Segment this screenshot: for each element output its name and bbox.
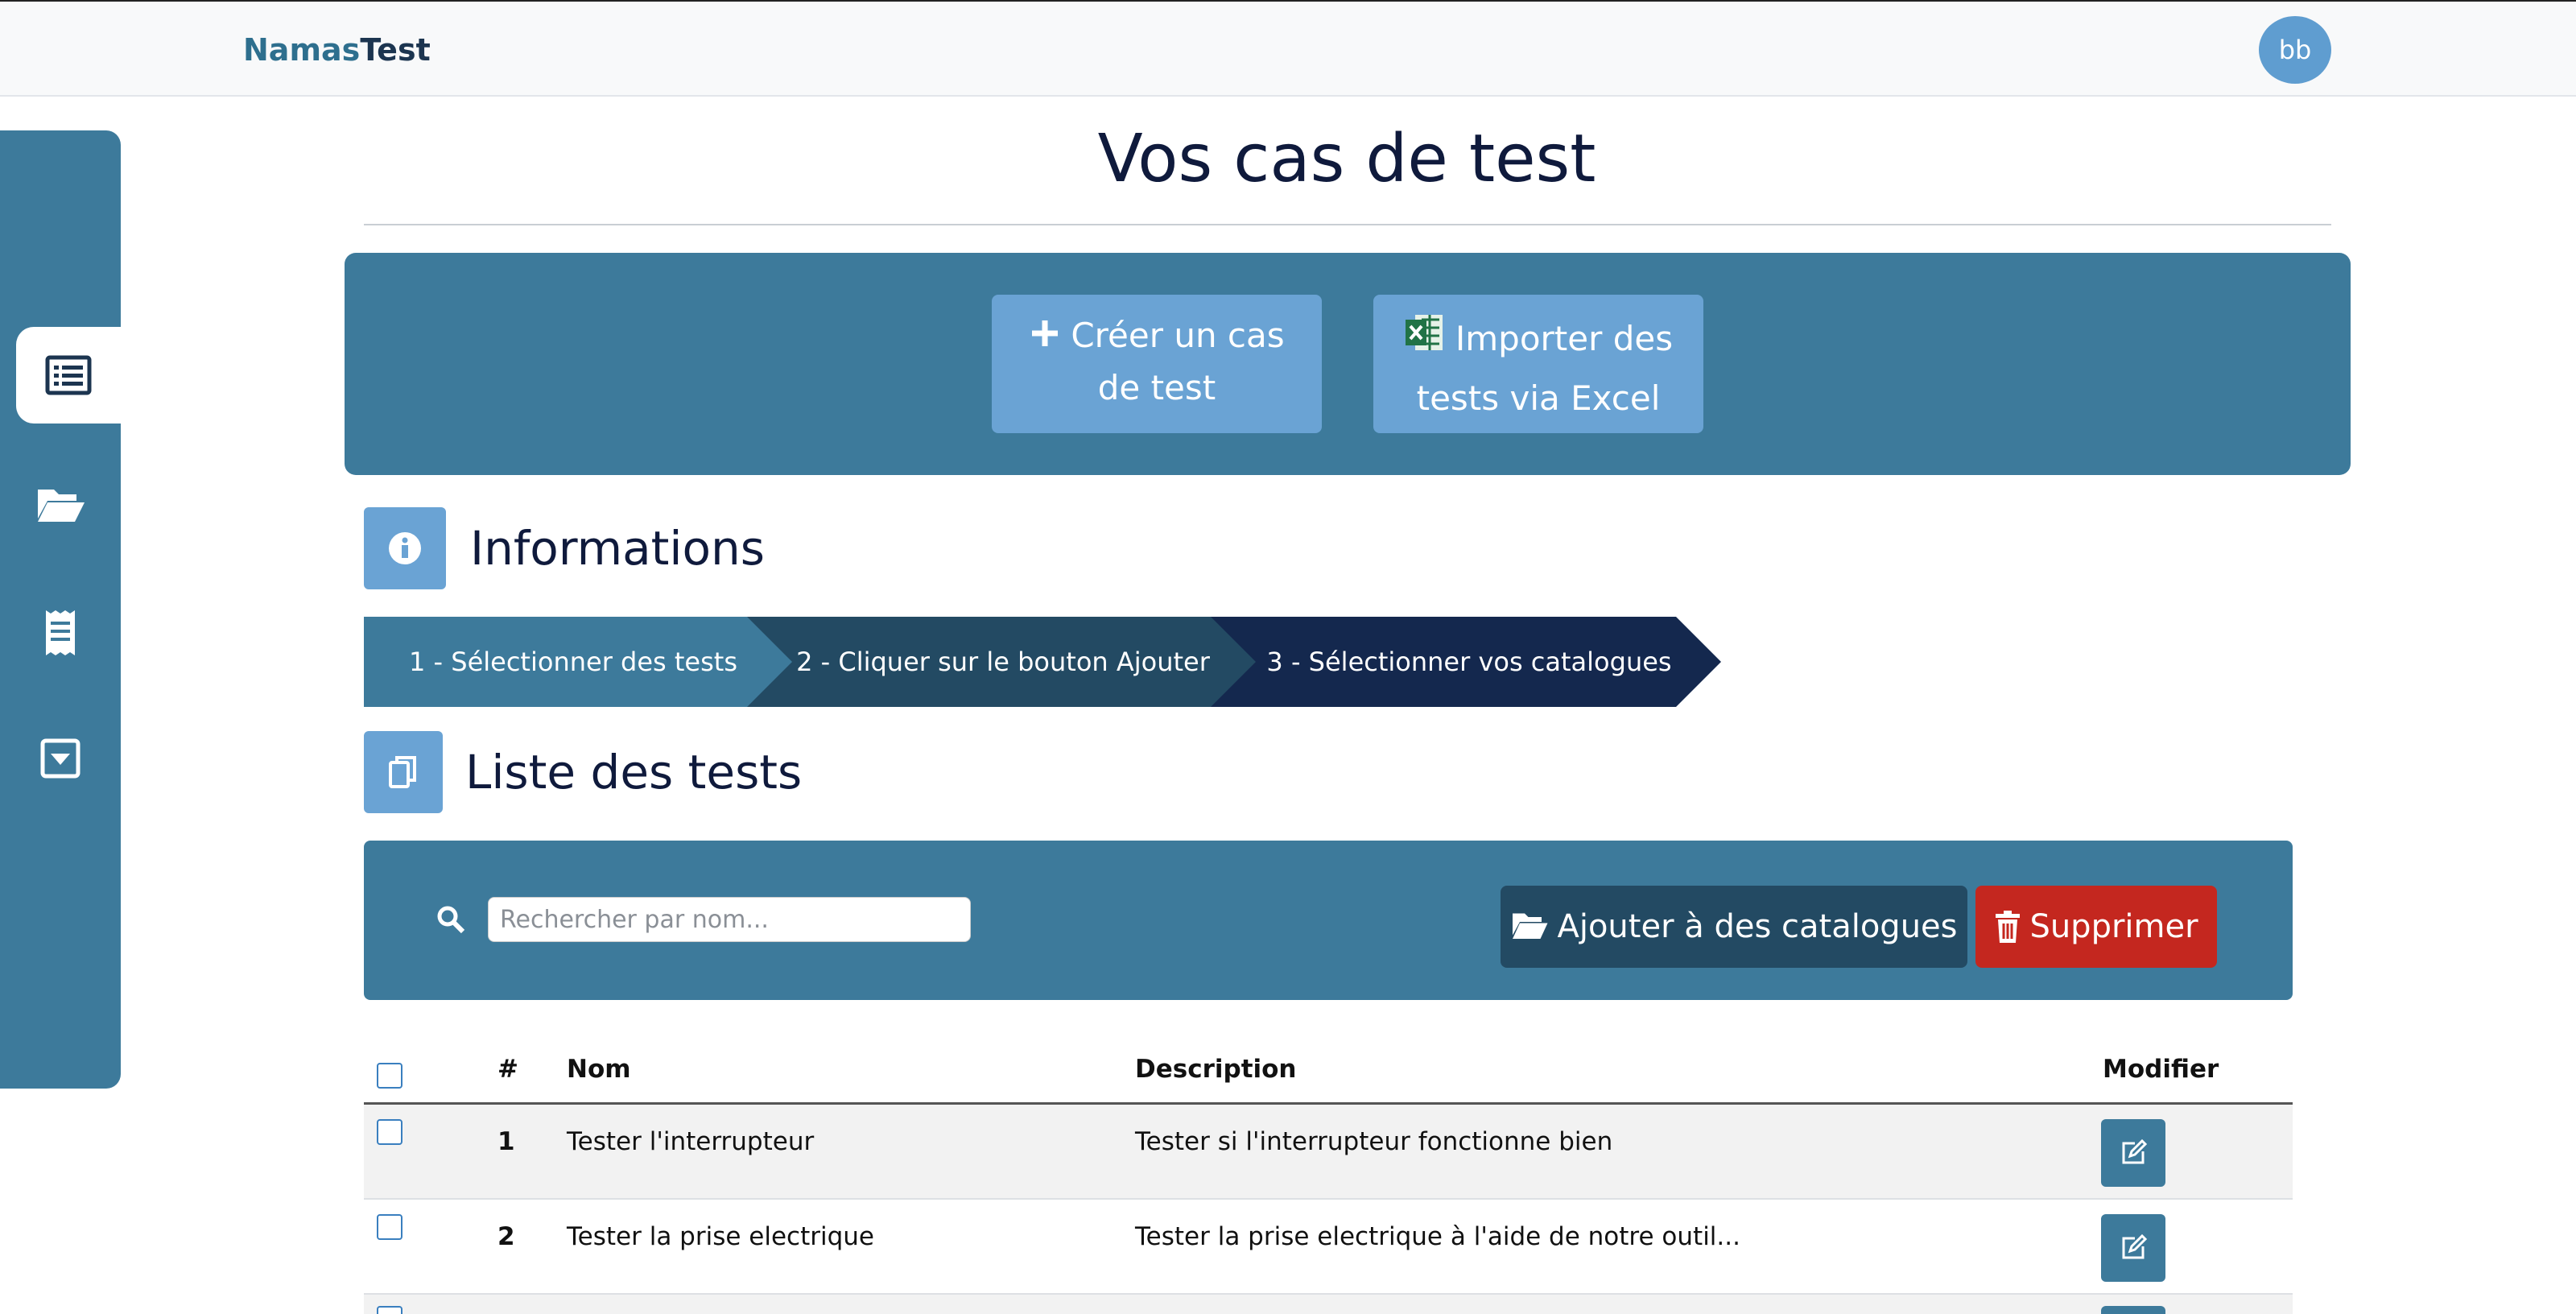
title-divider: [364, 224, 2331, 225]
row-description: Tester si l'interrupteur fonctionne bien: [1135, 1127, 1613, 1156]
row-checkbox[interactable]: [377, 1214, 402, 1240]
col-header-num: #: [497, 1055, 518, 1084]
folder-open-icon: [38, 490, 85, 522]
page-title: Vos cas de test: [1097, 121, 1596, 197]
import-excel-button[interactable]: Importer des tests via Excel: [1373, 295, 1703, 433]
top-navbar: NamasTest bb: [0, 0, 2576, 97]
row-num: 2: [497, 1222, 515, 1251]
add-to-catalogs-button[interactable]: Ajouter à des catalogues: [1501, 886, 1967, 968]
step-1: 1 - Sélectionner des tests: [409, 647, 737, 677]
tests-table: # Nom Description Modifier 1 Tester l'in…: [364, 1031, 2293, 1314]
app-logo[interactable]: NamasTest: [243, 32, 431, 68]
edit-icon: [2122, 1138, 2148, 1164]
row-checkbox[interactable]: [377, 1306, 402, 1314]
table-row[interactable]: 2 Tester la prise electrique Tester la p…: [364, 1200, 2293, 1295]
info-icon: [389, 532, 421, 564]
sidebar-item-tests[interactable]: [16, 327, 121, 424]
list-toolbar: Ajouter à des catalogues Supprimer: [364, 841, 2293, 1000]
list-title: Liste des tests: [465, 745, 803, 800]
select-all-checkbox[interactable]: [377, 1063, 402, 1089]
copy-icon: [389, 756, 416, 788]
table-header: # Nom Description Modifier: [364, 1031, 2293, 1105]
row-num: 1: [497, 1127, 515, 1156]
edit-button[interactable]: [2101, 1306, 2165, 1314]
sidebar-item-dropdown[interactable]: [0, 710, 121, 807]
info-section-header: Informations: [364, 507, 765, 589]
row-checkbox[interactable]: [377, 1119, 402, 1145]
user-avatar[interactable]: bb: [2259, 16, 2331, 84]
receipt-icon: [46, 610, 75, 655]
edit-button[interactable]: [2101, 1214, 2165, 1282]
trash-icon: [1996, 911, 2021, 943]
col-header-name[interactable]: Nom: [567, 1055, 631, 1084]
search-input[interactable]: [488, 897, 971, 942]
edit-button[interactable]: [2101, 1119, 2165, 1187]
actions-panel: Créer un cas de test Importer des tests …: [345, 253, 2351, 475]
col-header-edit: Modifier: [2103, 1055, 2219, 1084]
sidebar-item-catalogs[interactable]: [0, 456, 121, 552]
create-test-button[interactable]: Créer un cas de test: [992, 295, 1322, 433]
table-row[interactable]: 1 Tester l'interrupteur Tester si l'inte…: [364, 1105, 2293, 1200]
sidebar-item-reports[interactable]: [0, 585, 121, 681]
caret-square-down-icon: [40, 738, 80, 779]
delete-button[interactable]: Supprimer: [1975, 886, 2217, 968]
search-icon: [436, 905, 465, 937]
col-header-description[interactable]: Description: [1135, 1055, 1297, 1084]
plus-icon: [1029, 313, 1061, 363]
sidebar: [0, 130, 121, 1089]
step-2: 2 - Cliquer sur le bouton Ajouter: [796, 647, 1210, 677]
info-title: Informations: [470, 521, 765, 576]
list-icon: [45, 355, 92, 395]
row-name: Tester l'interrupteur: [567, 1127, 815, 1156]
row-description: Tester la prise electrique à l'aide de n…: [1135, 1222, 1740, 1251]
step-3: 3 - Sélectionner vos catalogues: [1266, 647, 1672, 677]
folder-open-icon: [1513, 913, 1548, 939]
list-section-header: Liste des tests: [364, 731, 802, 813]
steps-breadcrumb: 1 - Sélectionner des tests 2 - Cliquer s…: [364, 617, 1732, 707]
excel-icon: [1404, 312, 1446, 370]
edit-icon: [2122, 1233, 2148, 1259]
table-row-partial[interactable]: [364, 1295, 2293, 1314]
row-name: Tester la prise electrique: [567, 1222, 875, 1251]
